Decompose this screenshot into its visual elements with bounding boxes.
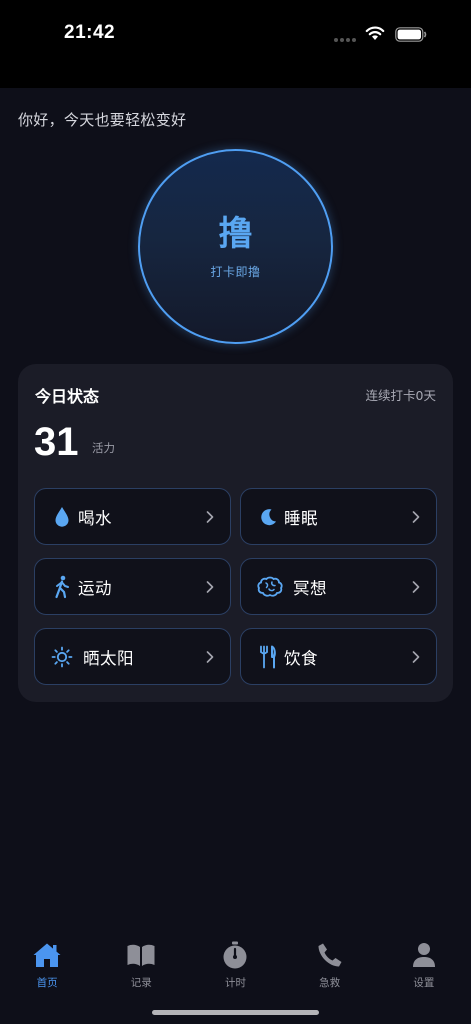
sun-icon [49, 644, 75, 670]
tab-home[interactable]: 首页 [0, 930, 94, 1024]
stopwatch-icon [220, 940, 250, 970]
chevron-right-icon [412, 650, 420, 663]
today-status-card: 今日状态 连续打卡0天 31 活力 喝水 睡眠 运动 冥想 晒太阳 饮食 [18, 364, 453, 702]
greeting-text: 你好，今天也要轻松变好 [18, 111, 187, 129]
checkin-main-char: 撸 [218, 214, 253, 254]
status-time: 21:42 [64, 22, 116, 43]
checkin-button[interactable]: 撸 打卡即撸 [138, 149, 333, 344]
activity-tile-diet[interactable]: 饮食 [240, 628, 437, 685]
tab-label: 急救 [319, 977, 341, 989]
streak-text: 连续打卡0天 [365, 388, 436, 403]
moon-icon [255, 504, 281, 530]
tab-label: 设置 [413, 977, 435, 989]
card-title: 今日状态 [35, 387, 100, 406]
activity-tile-sleep[interactable]: 睡眠 [240, 488, 437, 545]
walking-figure-icon [49, 574, 75, 600]
chevron-right-icon [206, 650, 214, 663]
home-indicator[interactable] [152, 1010, 319, 1015]
tab-label: 首页 [36, 977, 58, 989]
house-icon [32, 940, 62, 970]
checkin-sub-label: 打卡即撸 [210, 265, 261, 279]
activity-label: 喝水 [78, 508, 112, 528]
chevron-right-icon [206, 510, 214, 523]
tab-label: 计时 [224, 977, 246, 989]
activity-tile-water[interactable]: 喝水 [34, 488, 231, 545]
vitality-label: 活力 [92, 441, 115, 455]
battery-icon [395, 27, 427, 42]
status-bar: 21:42 [0, 0, 471, 88]
water-drop-icon [49, 504, 75, 530]
activity-tile-sun[interactable]: 晒太阳 [34, 628, 231, 685]
activity-tile-exercise[interactable]: 运动 [34, 558, 231, 615]
activity-label: 睡眠 [284, 508, 318, 528]
wifi-icon [365, 26, 385, 40]
activity-grid: 喝水 睡眠 运动 冥想 晒太阳 饮食 [34, 488, 437, 685]
activity-label: 运动 [78, 578, 112, 598]
activity-label: 冥想 [293, 578, 327, 598]
tab-settings[interactable]: 设置 [377, 930, 471, 1024]
brain-icon [255, 574, 285, 600]
chevron-right-icon [412, 510, 420, 523]
activity-label: 晒太阳 [83, 648, 134, 668]
signal-dots-icon [334, 38, 356, 42]
activity-tile-meditation[interactable]: 冥想 [240, 558, 437, 615]
book-icon [126, 940, 156, 970]
phone-icon [315, 940, 345, 970]
tab-label: 记录 [130, 977, 152, 989]
person-icon [409, 940, 439, 970]
activity-label: 饮食 [284, 648, 318, 668]
chevron-right-icon [206, 580, 214, 593]
chevron-right-icon [412, 580, 420, 593]
vitality-value: 31 [34, 420, 79, 464]
fork-knife-icon [255, 644, 281, 670]
